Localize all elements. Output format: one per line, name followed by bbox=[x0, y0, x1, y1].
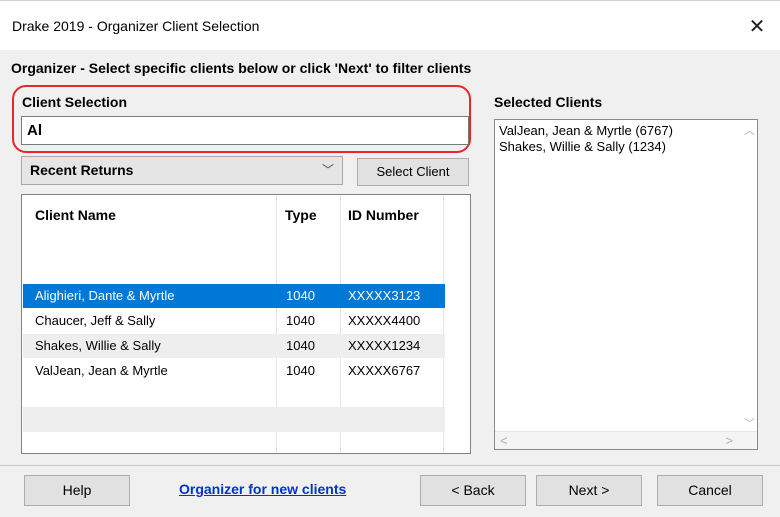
id-number-cell: XXXXX6767 bbox=[348, 363, 421, 378]
cancel-button[interactable]: Cancel bbox=[657, 475, 763, 506]
chevron-up-icon[interactable]: ︿ bbox=[744, 122, 755, 138]
table-row[interactable]: Chaucer, Jeff & Sally 1040 XXXXX4400 bbox=[23, 309, 445, 333]
window-title: Drake 2019 - Organizer Client Selection bbox=[12, 18, 260, 34]
title-bar: Drake 2019 - Organizer Client Selection … bbox=[0, 0, 780, 50]
selected-client-item[interactable]: ValJean, Jean & Myrtle (6767) bbox=[499, 123, 673, 138]
organizer-new-clients-link[interactable]: Organizer for new clients bbox=[179, 481, 346, 497]
empty-row bbox=[23, 408, 445, 432]
selected-clients-label: Selected Clients bbox=[494, 94, 603, 110]
dropdown-value: Recent Returns bbox=[30, 162, 134, 178]
selected-clients-list[interactable]: ValJean, Jean & Myrtle (6767) Shakes, Wi… bbox=[494, 119, 758, 450]
empty-row bbox=[23, 432, 445, 453]
chevron-left-icon[interactable]: < bbox=[500, 433, 508, 448]
type-cell: 1040 bbox=[286, 363, 315, 378]
next-button[interactable]: Next > bbox=[536, 475, 642, 506]
column-header-id-number[interactable]: ID Number bbox=[348, 207, 419, 223]
horizontal-scrollbar[interactable]: < > bbox=[495, 431, 757, 449]
vertical-scrollbar[interactable]: ︿ ﹀ bbox=[740, 120, 757, 431]
id-number-cell: XXXXX1234 bbox=[348, 338, 421, 353]
selected-client-item[interactable]: Shakes, Willie & Sally (1234) bbox=[499, 139, 666, 154]
client-name-cell: Chaucer, Jeff & Sally bbox=[35, 313, 156, 328]
id-number-cell: XXXXX4400 bbox=[348, 313, 421, 328]
id-number-cell: XXXXX3123 bbox=[348, 288, 421, 303]
client-selection-label: Client Selection bbox=[22, 94, 128, 110]
client-name-cell: Shakes, Willie & Sally bbox=[35, 338, 161, 353]
client-name-cell: Alighieri, Dante & Myrtle bbox=[35, 288, 175, 303]
chevron-down-icon[interactable]: ﹀ bbox=[744, 415, 755, 431]
type-cell: 1040 bbox=[286, 288, 315, 303]
close-icon[interactable]: ✕ bbox=[734, 9, 780, 45]
instruction-text: Organizer - Select specific clients belo… bbox=[11, 60, 472, 76]
select-client-button[interactable]: Select Client bbox=[357, 158, 469, 186]
client-table[interactable]: Client Name Type ID Number Alighieri, Da… bbox=[21, 194, 471, 454]
type-cell: 1040 bbox=[286, 338, 315, 353]
recent-returns-dropdown[interactable]: Recent Returns ﹀ bbox=[21, 156, 343, 185]
table-row[interactable]: ValJean, Jean & Myrtle 1040 XXXXX6767 bbox=[23, 359, 445, 383]
client-selection-input[interactable] bbox=[21, 116, 469, 145]
chevron-down-icon: ﹀ bbox=[321, 163, 334, 177]
column-header-type[interactable]: Type bbox=[285, 207, 317, 223]
column-header-client-name[interactable]: Client Name bbox=[35, 207, 116, 223]
dialog-body: Organizer - Select specific clients belo… bbox=[0, 50, 780, 517]
table-row[interactable]: Alighieri, Dante & Myrtle 1040 XXXXX3123 bbox=[23, 284, 445, 308]
chevron-right-icon[interactable]: > bbox=[725, 433, 733, 448]
back-button[interactable]: < Back bbox=[420, 475, 526, 506]
client-name-cell: ValJean, Jean & Myrtle bbox=[35, 363, 168, 378]
table-row[interactable]: Shakes, Willie & Sally 1040 XXXXX1234 bbox=[23, 334, 445, 358]
help-button[interactable]: Help bbox=[24, 475, 130, 506]
type-cell: 1040 bbox=[286, 313, 315, 328]
empty-row bbox=[23, 384, 445, 408]
footer-divider bbox=[0, 465, 780, 466]
